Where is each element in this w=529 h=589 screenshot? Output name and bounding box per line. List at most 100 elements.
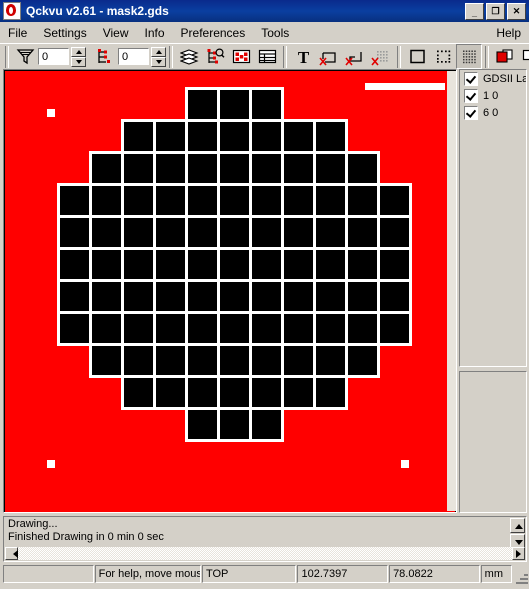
hierarchy-depth-icon[interactable] <box>92 44 118 69</box>
wafer-die[interactable] <box>252 314 281 343</box>
close-button[interactable]: ✕ <box>507 2 526 20</box>
wafer-die[interactable] <box>380 314 409 343</box>
layout-canvas[interactable] <box>5 71 455 512</box>
wafer-die[interactable] <box>220 346 249 375</box>
menu-item-info[interactable]: Info <box>137 24 173 42</box>
wafer-die[interactable] <box>316 314 345 343</box>
wafer-die[interactable] <box>92 282 121 311</box>
menu-item-help[interactable]: Help <box>488 24 529 42</box>
wafer-die[interactable] <box>124 154 153 183</box>
hide-polygon-button[interactable] <box>342 44 368 69</box>
wafer-die[interactable] <box>380 218 409 247</box>
cell-array-button[interactable] <box>228 44 254 69</box>
wafer-die[interactable] <box>252 122 281 151</box>
wafer-die[interactable] <box>60 314 89 343</box>
wafer-die[interactable] <box>92 250 121 279</box>
minimize-button[interactable]: _ <box>465 2 484 20</box>
wafer-die[interactable] <box>316 378 345 407</box>
wafer-die[interactable] <box>316 346 345 375</box>
wafer-die[interactable] <box>124 314 153 343</box>
layer-checkbox[interactable] <box>464 88 478 103</box>
wafer-die[interactable] <box>220 218 249 247</box>
wafer-die[interactable] <box>316 218 345 247</box>
measure-button[interactable] <box>518 44 529 69</box>
wafer-die[interactable] <box>284 282 313 311</box>
wafer-die[interactable] <box>156 378 185 407</box>
wafer-die[interactable] <box>124 218 153 247</box>
wafer-die[interactable] <box>60 282 89 311</box>
canvas-vertical-scrollbar[interactable] <box>447 71 456 511</box>
wafer-die[interactable] <box>156 314 185 343</box>
wafer-die[interactable] <box>348 154 377 183</box>
hierarchy-spin-up-icon[interactable] <box>151 46 166 57</box>
menu-item-tools[interactable]: Tools <box>253 24 297 42</box>
wafer-die[interactable] <box>188 122 217 151</box>
wafer-die[interactable] <box>316 282 345 311</box>
wafer-die[interactable] <box>124 122 153 151</box>
layer-checkbox[interactable] <box>464 105 478 120</box>
wafer-die[interactable] <box>188 378 217 407</box>
wafer-die[interactable] <box>252 410 281 439</box>
hierarchy-spin-arrows[interactable] <box>151 46 166 67</box>
wafer-die[interactable] <box>220 122 249 151</box>
layers-list[interactable]: GDSII La 1 0 6 0 <box>460 70 526 121</box>
wafer-die[interactable] <box>92 154 121 183</box>
wafer-die[interactable] <box>188 410 217 439</box>
wafer-die[interactable] <box>380 250 409 279</box>
filter-spin-input[interactable]: 0 <box>38 48 69 65</box>
wafer-die[interactable] <box>60 250 89 279</box>
resize-grip[interactable] <box>515 571 529 585</box>
wafer-die[interactable] <box>348 186 377 215</box>
wafer-die[interactable] <box>188 90 217 119</box>
maximize-button[interactable]: ❐ <box>486 2 505 20</box>
table-button[interactable] <box>254 44 280 69</box>
menu-item-settings[interactable]: Settings <box>35 24 94 42</box>
wafer-die[interactable] <box>156 346 185 375</box>
wafer-die[interactable] <box>252 154 281 183</box>
layer-row[interactable]: 6 0 <box>460 104 526 121</box>
menu-item-file[interactable]: File <box>0 24 35 42</box>
wafer-die[interactable] <box>188 250 217 279</box>
menu-item-preferences[interactable]: Preferences <box>173 24 254 42</box>
wafer-die[interactable] <box>252 186 281 215</box>
wafer-die[interactable] <box>124 186 153 215</box>
wafer-die[interactable] <box>188 186 217 215</box>
wafer-die[interactable] <box>188 346 217 375</box>
log-scroll-right-icon[interactable] <box>512 547 525 560</box>
filter-spin-up-icon[interactable] <box>71 46 86 57</box>
layer-checkbox[interactable] <box>464 71 478 86</box>
wafer-die[interactable] <box>348 250 377 279</box>
filter-funnel-icon[interactable] <box>12 44 38 69</box>
wafer-die[interactable] <box>252 346 281 375</box>
wafer-die[interactable] <box>156 218 185 247</box>
log-scroll-up-icon[interactable] <box>510 518 525 533</box>
wafer-die[interactable] <box>220 378 249 407</box>
wafer-die[interactable] <box>188 314 217 343</box>
wafer-die[interactable] <box>60 218 89 247</box>
wafer-die[interactable] <box>348 218 377 247</box>
wafer-die[interactable] <box>92 314 121 343</box>
wafer-die[interactable] <box>220 282 249 311</box>
wafer-die[interactable] <box>252 250 281 279</box>
layer-row[interactable]: 1 0 <box>460 87 526 104</box>
wafer-die[interactable] <box>284 122 313 151</box>
wafer-die[interactable] <box>92 186 121 215</box>
wafer-die[interactable] <box>252 218 281 247</box>
wafer-die[interactable] <box>252 282 281 311</box>
wafer-die[interactable] <box>348 314 377 343</box>
wafer-die[interactable] <box>220 154 249 183</box>
log-horizontal-scrollbar[interactable] <box>5 547 525 560</box>
wafer-die[interactable] <box>156 186 185 215</box>
log-scroll-left-icon[interactable] <box>5 547 18 560</box>
wafer-die[interactable] <box>124 250 153 279</box>
filter-spinner[interactable]: 0 <box>38 46 86 67</box>
dotted-box-button[interactable] <box>430 44 456 69</box>
wafer-die[interactable] <box>316 122 345 151</box>
wafer-die[interactable] <box>220 410 249 439</box>
hide-box-button[interactable] <box>316 44 342 69</box>
wafer-die[interactable] <box>188 218 217 247</box>
wafer-die[interactable] <box>284 218 313 247</box>
text-tool-button[interactable]: T <box>290 44 316 69</box>
layer-color-button[interactable] <box>492 44 518 69</box>
wafer-die[interactable] <box>252 90 281 119</box>
